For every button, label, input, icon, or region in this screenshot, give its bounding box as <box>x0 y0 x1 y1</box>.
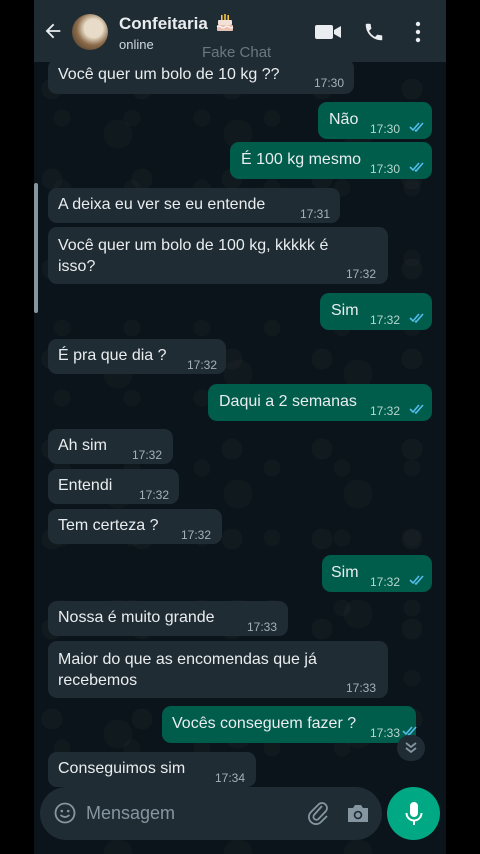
message-time: 17:32 <box>132 448 163 462</box>
message-text: Você quer um bolo de 10 kg ?? <box>58 66 280 83</box>
message-text: Sim <box>331 564 359 581</box>
message-text: Entendi <box>58 477 113 494</box>
message-time: 17:32 <box>370 404 401 418</box>
message-time: 17:31 <box>300 207 331 221</box>
message-text: Sim <box>331 302 359 319</box>
message-bubble-incoming[interactable]: A deixa eu ver se eu entende 17:31 <box>48 188 340 223</box>
contact-status: online <box>119 37 154 52</box>
scrollbar-handle[interactable] <box>34 183 38 313</box>
message-text: Nossa é muito grande <box>58 609 215 626</box>
message-text: Conseguimos sim <box>58 760 186 777</box>
message-time: 17:32 <box>346 267 377 281</box>
message-time: 17:32 <box>181 528 212 542</box>
message-time: 17:30 <box>314 76 345 90</box>
contact-name[interactable]: Confeitaria <box>119 14 208 34</box>
message-bubble-incoming[interactable]: Ah sim 17:32 <box>48 429 173 464</box>
back-arrow-icon[interactable] <box>42 20 64 42</box>
message-bubble-incoming[interactable]: Nossa é muito grande 17:33 <box>48 601 288 636</box>
message-time: 17:32 <box>187 358 218 372</box>
message-time: 17:34 <box>215 771 246 785</box>
message-time: 17:30 <box>370 162 401 176</box>
message-time: 17:30 <box>370 122 401 136</box>
read-receipt-icon <box>409 404 424 414</box>
message-time: 17:32 <box>370 575 401 589</box>
message-bubble-outgoing[interactable]: É 100 kg mesmo 17:30 <box>230 142 432 179</box>
message-bubble-incoming[interactable]: Você quer um bolo de 10 kg ?? 17:30 <box>48 59 354 94</box>
message-input[interactable] <box>86 797 296 829</box>
message-bubble-outgoing[interactable]: Sim 17:32 <box>322 555 432 592</box>
message-text: Daqui a 2 semanas <box>219 393 357 410</box>
message-time: 17:32 <box>139 488 170 502</box>
message-bubble-incoming[interactable]: Tem certeza ? 17:32 <box>48 509 222 544</box>
read-receipt-icon <box>409 162 424 172</box>
mic-button[interactable] <box>387 787 440 840</box>
message-text: É pra que dia ? <box>58 347 167 364</box>
message-time: 17:33 <box>346 681 377 695</box>
read-receipt-icon <box>409 575 424 585</box>
message-composer <box>40 787 382 840</box>
message-time: 17:32 <box>370 313 401 327</box>
avatar[interactable] <box>72 14 108 50</box>
read-receipt-icon <box>409 122 424 132</box>
chevron-down-icon <box>405 742 417 754</box>
scroll-to-bottom-button[interactable] <box>397 735 425 761</box>
attach-icon[interactable] <box>306 800 330 826</box>
message-bubble-incoming[interactable]: É pra que dia ? 17:32 <box>48 339 226 374</box>
message-bubble-outgoing[interactable]: Não 17:30 <box>318 102 432 139</box>
more-options-icon[interactable] <box>414 21 422 43</box>
read-receipt-icon <box>409 313 424 323</box>
message-text: Tem certeza ? <box>58 517 159 534</box>
message-bubble-incoming[interactable]: Maior do que as encomendas que já recebe… <box>48 641 388 698</box>
message-text: Vocês conseguem fazer ? <box>172 715 357 732</box>
mic-icon <box>405 801 422 825</box>
cake-icon <box>216 14 234 31</box>
message-text: É 100 kg mesmo <box>241 151 362 168</box>
message-text: A deixa eu ver se eu entende <box>58 196 266 213</box>
message-bubble-outgoing[interactable]: Vocês conseguem fazer ? 17:33 <box>162 706 417 743</box>
message-bubble-incoming[interactable]: Conseguimos sim 17:34 <box>48 752 256 787</box>
message-text: Não <box>329 111 359 128</box>
emoji-icon[interactable] <box>54 802 76 824</box>
chat-screen: Confeitaria online Fake Chat Você quer u… <box>34 0 446 854</box>
watermark-text: Fake Chat <box>202 44 272 61</box>
message-text: Você quer um bolo de 100 kg, kkkkk é iss… <box>58 237 329 275</box>
message-bubble-incoming[interactable]: Entendi 17:32 <box>48 469 179 504</box>
message-bubble-outgoing[interactable]: Sim 17:32 <box>320 293 432 330</box>
video-call-icon[interactable] <box>314 22 342 42</box>
message-bubble-outgoing[interactable]: Daqui a 2 semanas 17:32 <box>208 384 432 421</box>
message-time: 17:33 <box>370 726 401 740</box>
phone-icon[interactable] <box>363 21 385 43</box>
message-text: Maior do que as encomendas que já recebe… <box>58 651 317 689</box>
message-bubble-incoming[interactable]: Você quer um bolo de 100 kg, kkkkk é iss… <box>48 227 388 284</box>
camera-icon[interactable] <box>346 802 370 824</box>
message-time: 17:33 <box>247 620 278 634</box>
message-text: Ah sim <box>58 437 107 454</box>
